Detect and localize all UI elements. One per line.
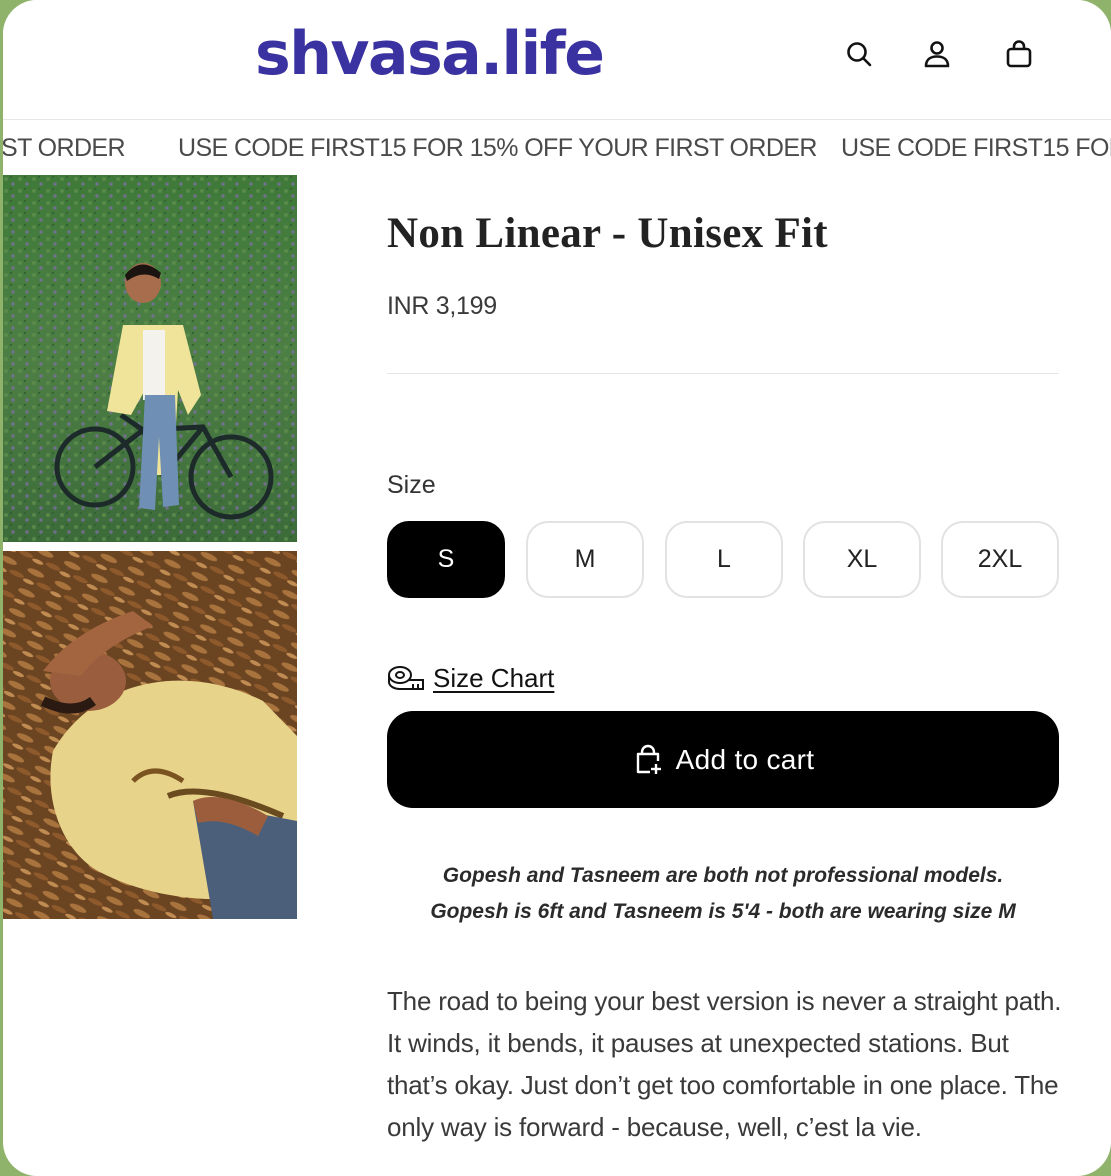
page-frame: shvasa.life ST ORDER USE CODE FIRST15 FO… — [3, 0, 1111, 1176]
announcement-text: ST ORDER — [3, 134, 126, 162]
divider — [387, 373, 1059, 374]
account-icon[interactable] — [917, 34, 957, 74]
model-note-line: Gopesh and Tasneem are both not professi… — [442, 864, 1004, 887]
add-to-cart-button[interactable]: Add to cart — [387, 711, 1059, 808]
product-image-1[interactable] — [3, 175, 297, 542]
site-header: shvasa.life — [3, 0, 1111, 120]
announcement-text: USE CODE FIRST15 FOR 15% OFF YOUR FIRST … — [178, 134, 817, 162]
announcement-bar: ST ORDER USE CODE FIRST15 FOR 15% OFF YO… — [3, 121, 1111, 175]
measuring-tape-icon — [388, 666, 424, 690]
site-logo[interactable]: shvasa.life — [255, 14, 605, 94]
size-chart-link[interactable]: Size Chart — [387, 660, 554, 696]
size-option-s[interactable]: S — [387, 521, 505, 598]
product-title: Non Linear - Unisex Fit — [387, 210, 828, 257]
size-chart-label: Size Chart — [433, 662, 555, 693]
bag-plus-icon — [636, 744, 661, 774]
announcement-text: USE CODE FIRST15 FOR — [841, 134, 1111, 162]
product-image-2[interactable] — [3, 551, 297, 919]
product-description: The road to being your best version is n… — [387, 986, 1062, 1142]
model-note-line: Gopesh is 6ft and Tasneem is 5'4 - both … — [430, 900, 1016, 923]
cart-icon[interactable] — [999, 34, 1039, 74]
size-option-l[interactable]: L — [665, 521, 783, 598]
add-to-cart-label: Add to cart — [675, 743, 815, 775]
size-option-2xl[interactable]: 2XL — [941, 521, 1059, 598]
search-icon[interactable] — [839, 34, 879, 74]
size-option-xl[interactable]: XL — [803, 521, 921, 598]
model-note: Gopesh and Tasneem are both not professi… — [387, 858, 1059, 930]
product-price: INR 3,199 — [387, 292, 497, 320]
size-label: Size — [387, 471, 436, 499]
size-option-m[interactable]: M — [526, 521, 644, 598]
